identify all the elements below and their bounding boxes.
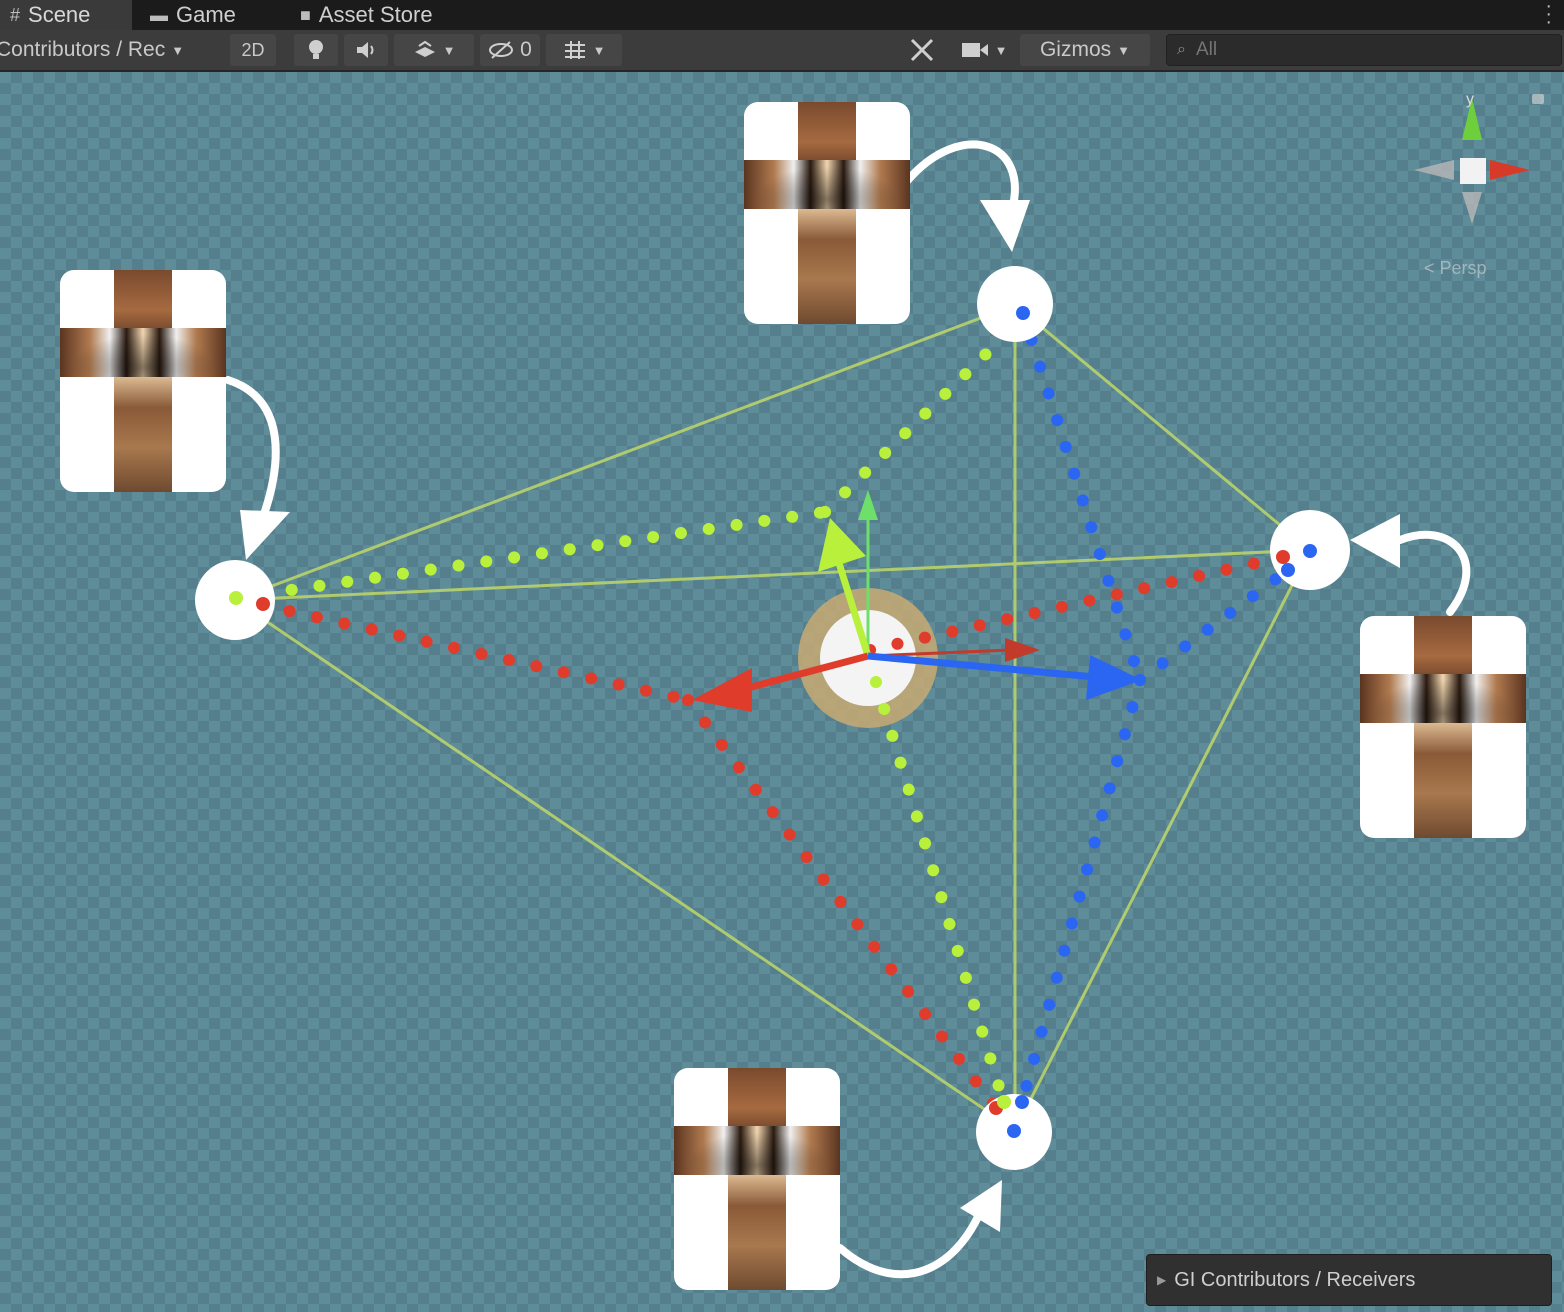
vertex-dot-green xyxy=(229,591,243,605)
gi-overlay-panel[interactable]: ▶ GI Contributors / Receivers xyxy=(1146,1254,1552,1306)
contributor-thumbnail-top xyxy=(744,102,910,324)
gizmos-dropdown[interactable]: Gizmos ▼ xyxy=(1020,34,1150,66)
green-dotted-paths xyxy=(230,346,1009,1106)
tab-game[interactable]: ▬ Game xyxy=(140,0,270,30)
wireframe-edges xyxy=(234,303,1312,1132)
speaker-icon xyxy=(357,42,374,58)
chevron-down-icon: ▼ xyxy=(1117,42,1131,58)
vertex-dot-blue xyxy=(1303,544,1317,558)
camera-icon xyxy=(961,43,988,57)
vertex-dot-blue xyxy=(1281,563,1295,577)
vertex-dot-blue xyxy=(1016,306,1030,320)
lock-icon[interactable] xyxy=(1532,94,1544,104)
layers-icon xyxy=(414,40,435,57)
hash-icon: # xyxy=(10,4,21,25)
draw-mode-dropdown[interactable]: Contributors / Rec ▼ xyxy=(0,34,214,66)
overlay-label: GI Contributors / Receivers xyxy=(1174,1268,1416,1291)
scene-toolbar: Contributors / Rec ▼ 2D ▼ 0 ▼ ▼ Gizmos ▼… xyxy=(0,30,1564,72)
chevron-down-icon: ▼ xyxy=(994,42,1008,58)
chevron-down-icon: ▼ xyxy=(592,42,606,58)
hidden-count: 0 xyxy=(520,38,532,61)
chevron-down-icon: ▼ xyxy=(171,42,185,58)
search-icon: ⌕ xyxy=(1177,41,1186,58)
more-options-icon[interactable]: · · · xyxy=(1545,0,1552,32)
contributor-thumbnail-right xyxy=(1360,616,1526,838)
collapse-triangle-icon[interactable]: ▶ xyxy=(1157,1273,1166,1287)
vertex-dot-blue xyxy=(1007,1124,1021,1138)
gizmos-label: Gizmos xyxy=(1039,38,1112,61)
orientation-gizmo[interactable]: y xyxy=(1414,91,1530,224)
tools-icon xyxy=(910,38,934,62)
y-axis-label: y xyxy=(1466,91,1474,108)
vertex-dot-red xyxy=(1276,550,1290,564)
contributor-thumbnail-left xyxy=(60,270,226,492)
vertex-dot-red xyxy=(256,597,270,611)
chevron-down-icon: ▼ xyxy=(442,42,456,58)
vertex-top xyxy=(977,266,1053,342)
bag-icon: ■ xyxy=(300,4,311,25)
vertex-dot-blue xyxy=(1015,1095,1029,1109)
tab-label: Scene xyxy=(28,2,91,27)
effects-dropdown[interactable]: ▼ xyxy=(394,34,474,66)
camera-dropdown[interactable]: ▼ xyxy=(952,34,1016,66)
projection-label[interactable]: < Persp xyxy=(1424,258,1487,279)
eye-slash-icon xyxy=(489,41,514,59)
red-dotted-paths xyxy=(256,551,1289,1114)
scene-viewport[interactable]: y < Persp xyxy=(0,72,1564,1312)
grid-icon xyxy=(564,41,585,59)
tab-bar: # Scene ▬ Game ■ Asset Store · · · xyxy=(0,0,1564,32)
lightbulb-icon xyxy=(309,40,323,59)
toggle-2d-label: 2D xyxy=(241,39,265,60)
search-field[interactable]: ⌕ xyxy=(1166,34,1562,66)
tab-label: Asset Store xyxy=(318,2,433,27)
tab-asset-store[interactable]: ■ Asset Store xyxy=(290,0,470,30)
search-input[interactable] xyxy=(1193,38,1538,62)
tab-scene[interactable]: # Scene xyxy=(0,0,132,30)
vertex-dot-green xyxy=(997,1095,1011,1109)
blue-dotted-paths xyxy=(1016,307,1294,1108)
tab-label: Game xyxy=(176,2,236,27)
gamepad-icon: ▬ xyxy=(150,4,168,25)
draw-mode-label: Contributors / Rec xyxy=(0,38,166,61)
grid-dropdown[interactable]: ▼ xyxy=(546,34,622,66)
lighting-toggle-button[interactable] xyxy=(294,34,338,66)
vertex-spheres xyxy=(195,266,1350,1170)
contributor-thumbnail-bottom xyxy=(674,1068,840,1290)
tools-button[interactable] xyxy=(902,34,942,66)
audio-toggle-button[interactable] xyxy=(344,34,388,66)
toggle-2d-button[interactable]: 2D xyxy=(230,34,276,66)
hidden-objects-toggle[interactable]: 0 xyxy=(480,34,540,66)
